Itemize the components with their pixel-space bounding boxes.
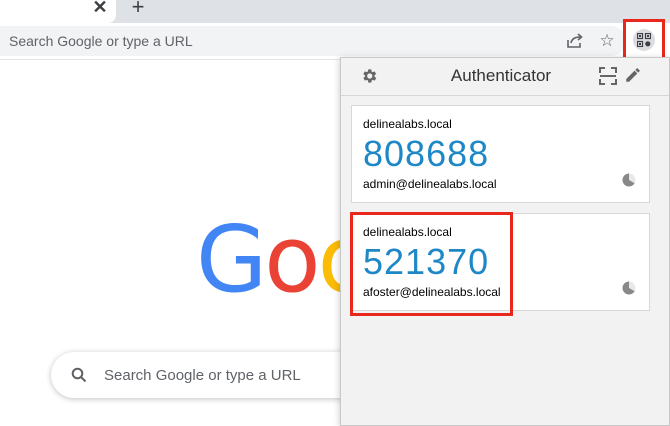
- new-tab-button[interactable]: +: [128, 0, 148, 19]
- browser-toolbar: Search Google or type a URL ☆: [0, 19, 670, 62]
- authenticator-extension-button[interactable]: [633, 29, 655, 51]
- timer-icon: [622, 281, 636, 295]
- tab-strip: ✕ +: [0, 0, 670, 23]
- otp-code[interactable]: 808688: [363, 133, 489, 175]
- address-bar-placeholder: Search Google or type a URL: [9, 33, 193, 49]
- otp-account: admin@delinealabs.local: [363, 177, 497, 191]
- otp-code[interactable]: 521370: [363, 241, 489, 283]
- otp-entry[interactable]: delinealabs.local 521370 afoster@delinea…: [351, 213, 650, 311]
- otp-issuer: delinealabs.local: [363, 225, 452, 239]
- scan-qr-icon[interactable]: [599, 67, 617, 85]
- otp-issuer: delinealabs.local: [363, 117, 452, 131]
- google-search-placeholder: Search Google or type a URL: [104, 367, 301, 384]
- search-icon: [71, 367, 87, 388]
- authenticator-qr-icon: [637, 33, 651, 47]
- address-bar[interactable]: Search Google or type a URL ☆: [0, 26, 626, 56]
- otp-entry[interactable]: delinealabs.local 808688 admin@delineala…: [351, 105, 650, 203]
- extension-highlight-box: [623, 19, 665, 62]
- share-icon[interactable]: [566, 33, 584, 49]
- authenticator-popup: Authenticator delinealabs.local 808688 a…: [340, 57, 670, 426]
- close-tab-icon[interactable]: ✕: [92, 0, 108, 16]
- browser-tab[interactable]: ✕: [0, 0, 116, 23]
- authenticator-header: Authenticator: [341, 58, 669, 96]
- pencil-icon[interactable]: [624, 66, 642, 84]
- timer-icon: [622, 173, 636, 187]
- otp-account: afoster@delinealabs.local: [363, 285, 501, 299]
- star-icon[interactable]: ☆: [598, 32, 616, 50]
